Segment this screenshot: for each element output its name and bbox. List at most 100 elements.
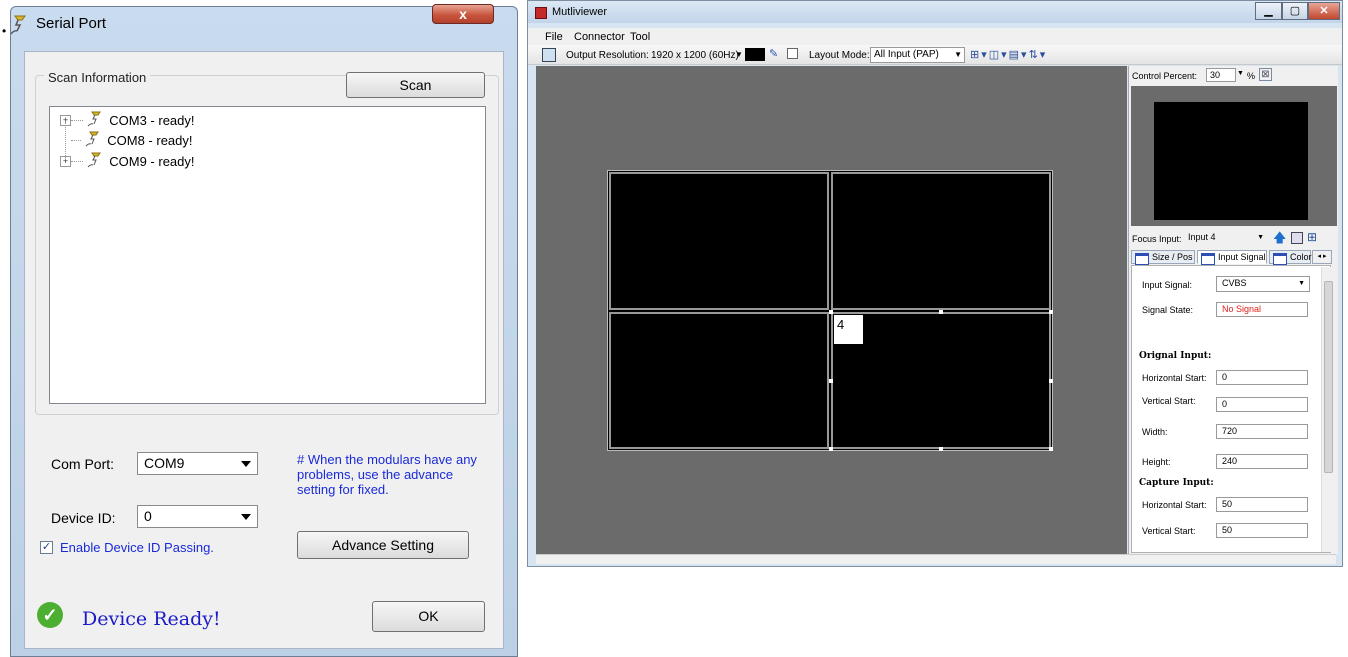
check-circle-icon: ✓ bbox=[37, 602, 63, 628]
serial-port-icon bbox=[9, 14, 29, 36]
window-title: Serial Port bbox=[36, 15, 107, 32]
chevron-down-icon: ▼ bbox=[954, 50, 962, 59]
fit-icon[interactable]: ⊠ bbox=[1259, 68, 1272, 81]
toggle-checkbox[interactable] bbox=[787, 48, 798, 59]
output-resolution-label: Output Resolution: bbox=[566, 50, 649, 61]
layout-mode-value: All Input (PAP) bbox=[874, 49, 939, 60]
tab-icon bbox=[1273, 253, 1287, 265]
chevron-down-icon bbox=[241, 514, 251, 520]
bullet-dot: • bbox=[2, 24, 7, 38]
capture-horizontal-start-input[interactable]: 50 bbox=[1216, 497, 1308, 512]
tree-item[interactable]: + COM3 - ready! bbox=[60, 111, 195, 128]
capture-vertical-start-input[interactable]: 50 bbox=[1216, 523, 1308, 538]
output-window-1[interactable] bbox=[609, 172, 829, 310]
menu-file[interactable]: File bbox=[545, 31, 563, 43]
tab-size-pos[interactable]: Size / Pos bbox=[1131, 250, 1195, 265]
field-label: Width: bbox=[1142, 427, 1168, 437]
tree-item[interactable]: + COM9 - ready! bbox=[60, 152, 195, 169]
screen-icon[interactable] bbox=[542, 48, 556, 62]
original-input-heading: Orignal Input: bbox=[1139, 351, 1212, 361]
original-width-input[interactable]: 720 bbox=[1216, 424, 1308, 439]
maximize-button[interactable]: ▢ bbox=[1282, 2, 1308, 20]
tree-item-label: COM9 - ready! bbox=[109, 154, 195, 169]
focus-input-select[interactable]: Input 4 ▼ bbox=[1188, 231, 1266, 245]
advance-hint-text: # When the modulars have any problems, u… bbox=[297, 452, 477, 497]
output-resolution-value[interactable]: 1920 x 1200 (60Hz) bbox=[651, 50, 739, 61]
device-id-value: 0 bbox=[144, 508, 152, 524]
resize-handle[interactable] bbox=[829, 379, 833, 383]
enable-device-id-label[interactable]: Enable Device ID Passing. bbox=[60, 540, 214, 555]
resize-handle[interactable] bbox=[1049, 447, 1053, 451]
chevron-down-icon[interactable]: ▼ bbox=[735, 50, 743, 59]
percent-unit: % bbox=[1247, 71, 1256, 81]
device-id-select[interactable]: 0 bbox=[137, 505, 258, 528]
original-horizontal-start-input[interactable]: 0 bbox=[1216, 370, 1308, 385]
chevron-down-icon[interactable]: ▼ bbox=[1237, 70, 1244, 77]
original-vertical-start-input[interactable]: 0 bbox=[1216, 397, 1308, 412]
enable-device-id-checkbox[interactable]: ✓ bbox=[40, 541, 53, 554]
resize-handle[interactable] bbox=[1049, 379, 1053, 383]
resize-handle[interactable] bbox=[829, 310, 833, 314]
field-label: Vertical Start: bbox=[1142, 396, 1196, 406]
tree-connector bbox=[65, 122, 66, 160]
control-percent-label: Control Percent: bbox=[1132, 71, 1198, 81]
advance-setting-button[interactable]: Advance Setting bbox=[297, 531, 469, 559]
focus-input-label: Focus Input: bbox=[1132, 234, 1182, 244]
tree-item-label: COM8 - ready! bbox=[107, 133, 193, 148]
image-icon[interactable] bbox=[1291, 232, 1303, 244]
resize-handle[interactable] bbox=[939, 447, 943, 451]
serial-port-icon bbox=[87, 152, 103, 171]
input-signal-select[interactable]: CVBS ▼ bbox=[1216, 276, 1310, 292]
menu-tool[interactable]: Tool bbox=[630, 31, 650, 43]
app-icon bbox=[535, 7, 547, 19]
resize-handle[interactable] bbox=[939, 310, 943, 314]
chevron-down-icon: ▼ bbox=[1257, 234, 1264, 241]
tab-input-signal[interactable]: Input Signal bbox=[1197, 250, 1267, 265]
tree-item[interactable]: COM8 - ready! bbox=[71, 131, 193, 148]
original-height-input[interactable]: 240 bbox=[1216, 454, 1308, 469]
layout-mode-select[interactable]: All Input (PAP) ▼ bbox=[870, 47, 965, 63]
multiviewer-titlebar bbox=[528, 1, 1342, 23]
field-label: Horizontal Start: bbox=[1142, 373, 1207, 383]
field-label: Horizontal Start: bbox=[1142, 500, 1207, 510]
minimize-button[interactable]: ▁ bbox=[1255, 2, 1282, 20]
resize-handle[interactable] bbox=[1049, 310, 1053, 314]
control-percent-input[interactable]: 30 bbox=[1206, 68, 1236, 82]
chevron-down-icon bbox=[241, 461, 251, 467]
field-label: Vertical Start: bbox=[1142, 526, 1196, 536]
tab-color[interactable]: Color bbox=[1269, 250, 1312, 265]
window-number-label: 4 bbox=[834, 315, 863, 344]
serial-port-icon bbox=[85, 131, 101, 150]
resize-handle[interactable] bbox=[829, 447, 833, 451]
com-port-value: COM9 bbox=[144, 455, 185, 471]
scrollbar-thumb[interactable] bbox=[1324, 281, 1333, 473]
arrow-up-icon[interactable]: 🡅 bbox=[1273, 231, 1286, 244]
layout-tools-icons[interactable]: ⊞▾◫▾▤▾⇅▾ bbox=[970, 48, 1047, 61]
preview-screen[interactable] bbox=[1154, 102, 1308, 220]
signal-state-value: No Signal bbox=[1216, 302, 1308, 317]
com-port-tree[interactable]: + COM3 - ready! COM8 - ready! + COM9 - r… bbox=[49, 106, 486, 404]
ok-button[interactable]: OK bbox=[372, 601, 485, 632]
tab-label: Size / Pos bbox=[1152, 252, 1193, 262]
output-window-4[interactable] bbox=[831, 312, 1051, 449]
output-window-3[interactable] bbox=[609, 312, 829, 449]
serial-port-icon bbox=[87, 111, 103, 130]
device-id-label: Device ID: bbox=[51, 510, 116, 526]
output-window-2[interactable] bbox=[831, 172, 1051, 310]
capture-input-heading: Capture Input: bbox=[1139, 478, 1214, 488]
input-signal-label: Input Signal: bbox=[1142, 280, 1193, 290]
close-button[interactable]: x bbox=[432, 4, 494, 24]
background-color-swatch[interactable] bbox=[745, 48, 765, 61]
properties-scrollbar[interactable] bbox=[1321, 267, 1333, 552]
scan-button[interactable]: Scan bbox=[346, 72, 485, 98]
menu-connector[interactable]: Connector bbox=[574, 31, 625, 43]
tab-label: Input Signal bbox=[1218, 252, 1266, 262]
com-port-select[interactable]: COM9 bbox=[137, 452, 258, 475]
close-button[interactable]: ✕ bbox=[1308, 2, 1340, 20]
grid-icon[interactable]: ⊞ bbox=[1307, 231, 1317, 244]
tab-label: Color bbox=[1290, 252, 1312, 262]
color-picker-icon[interactable]: ✎ bbox=[769, 48, 781, 60]
tab-scroll-arrows[interactable]: ◂ ▸ bbox=[1312, 250, 1332, 264]
tab-icon bbox=[1135, 253, 1149, 265]
signal-state-label: Signal State: bbox=[1142, 305, 1194, 315]
